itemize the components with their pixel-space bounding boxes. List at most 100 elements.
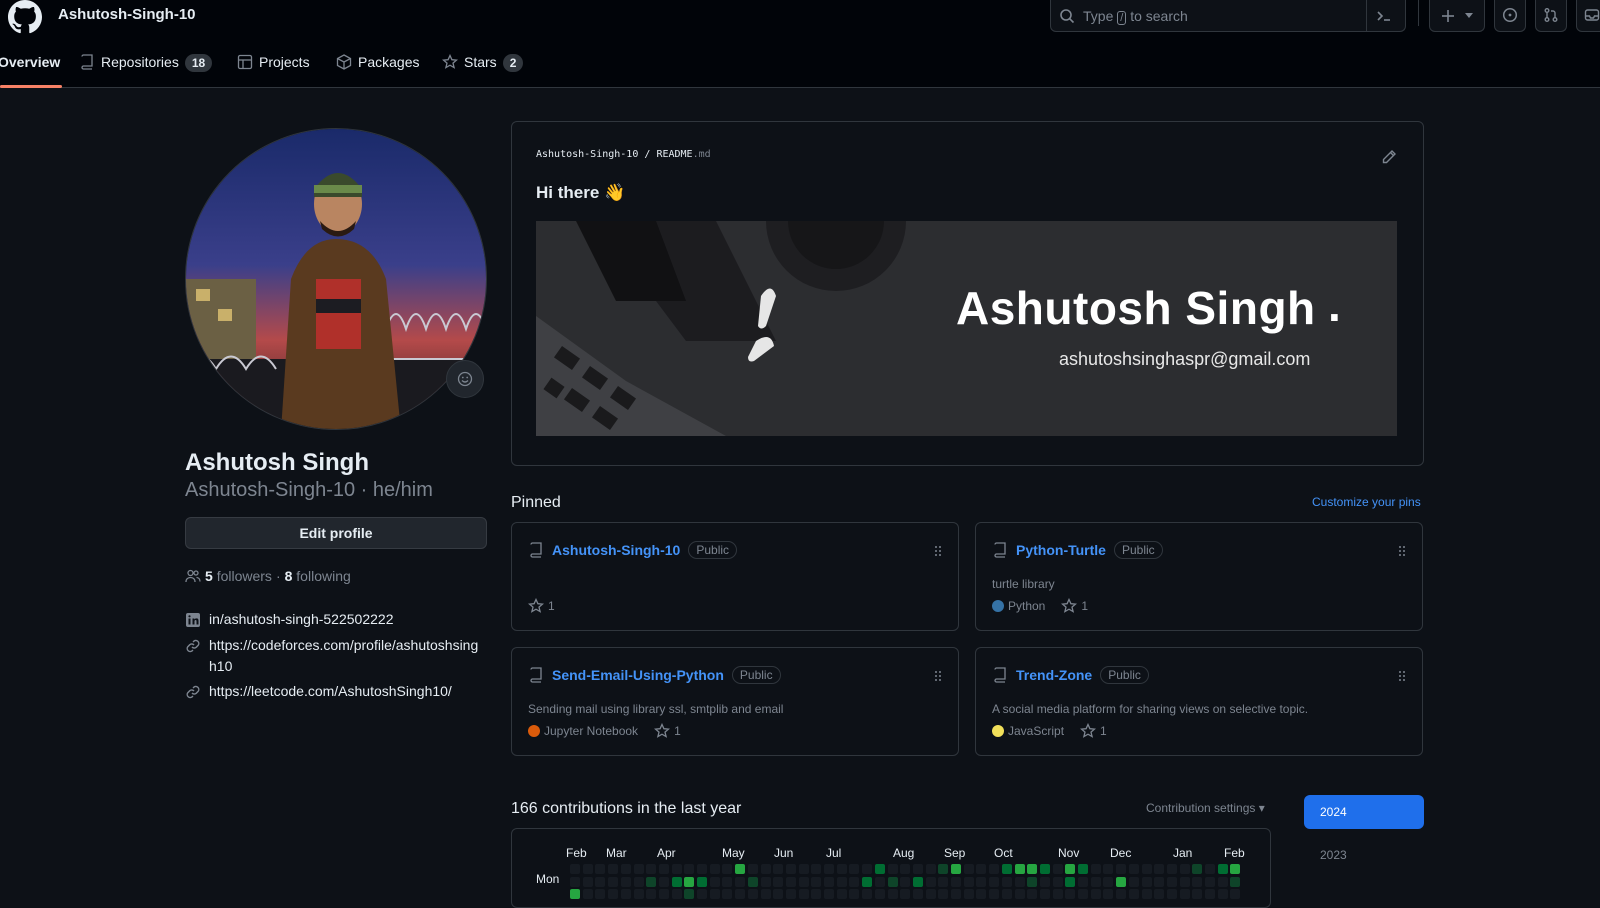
codeforces-link-text[interactable]: https://codeforces.com/profile/ashutoshs… [209,635,485,677]
drag-handle-icon[interactable] [1398,545,1406,557]
contribution-day-cell[interactable] [976,864,987,874]
contribution-day-cell[interactable] [1103,864,1114,874]
contribution-day-cell[interactable] [1230,876,1241,887]
contribution-day-cell[interactable] [697,876,707,887]
contribution-day-cell[interactable] [646,876,657,887]
tab-projects[interactable]: Projects [237,54,310,88]
inbox-button[interactable] [1576,0,1600,32]
drag-handle-icon[interactable] [934,545,942,557]
contribution-day-cell[interactable] [1192,876,1203,887]
contribution-day-cell[interactable] [760,876,771,887]
following-link[interactable]: 8 following [285,568,351,584]
contribution-day-cell[interactable] [963,876,974,887]
header-username[interactable]: Ashutosh-Singh-10 [58,6,196,23]
contribution-day-cell[interactable] [976,876,987,887]
contribution-day-cell[interactable] [773,876,784,887]
customize-pins-link[interactable]: Customize your pins [1312,495,1421,509]
readme-file-link[interactable]: README.md [656,149,710,160]
contribution-settings-dropdown[interactable]: Contribution settings ▾ [1146,801,1265,815]
drag-handle-icon[interactable] [934,670,942,682]
contribution-day-cell[interactable] [849,864,860,874]
contribution-day-cell[interactable] [595,876,606,887]
contribution-day-cell[interactable] [963,864,974,874]
contribution-day-cell[interactable] [671,864,682,874]
contribution-day-cell[interactable] [1179,876,1190,887]
contribution-day-cell[interactable] [1230,864,1241,874]
contribution-day-cell[interactable] [1154,864,1165,874]
contribution-day-cell[interactable] [633,876,644,887]
contribution-day-cell[interactable] [900,876,911,887]
contribution-day-cell[interactable] [697,864,707,874]
contribution-day-cell[interactable] [951,864,961,874]
contribution-day-cell[interactable] [1116,876,1127,887]
contribution-day-cell[interactable] [595,864,606,874]
contribution-day-cell[interactable] [836,864,847,874]
contribution-day-cell[interactable] [620,876,631,887]
year-button-2024[interactable]: 2024 [1304,795,1424,829]
pinned-repo-name[interactable]: Trend-Zone [1016,667,1092,683]
contribution-day-cell[interactable] [938,876,949,887]
contribution-day-cell[interactable] [582,876,593,887]
contribution-day-cell[interactable] [1078,876,1088,887]
contribution-day-cell[interactable] [1001,876,1012,887]
contribution-day-cell[interactable] [747,876,758,887]
set-status-button[interactable] [446,360,484,398]
contribution-day-cell[interactable] [1090,864,1101,874]
contribution-day-cell[interactable] [1103,876,1114,887]
stargazers-link[interactable]: 1 [1080,723,1107,739]
contribution-day-cell[interactable] [925,864,936,874]
contribution-day-cell[interactable] [912,864,923,874]
contribution-day-cell[interactable] [862,876,873,887]
pencil-icon[interactable] [1381,149,1397,165]
profile-link-linkedin[interactable]: in/ashutosh-singh-522502222 [185,609,487,630]
contribution-day-cell[interactable] [836,876,847,887]
contribution-day-cell[interactable] [735,876,746,887]
contribution-day-cell[interactable] [1179,864,1190,874]
contribution-day-cell[interactable] [760,864,771,874]
contribution-day-cell[interactable] [798,876,809,887]
profile-link-codeforces[interactable]: https://codeforces.com/profile/ashutoshs… [185,635,487,677]
leetcode-link-text[interactable]: https://leetcode.com/AshutoshSingh10/ [209,681,452,702]
contribution-day-cell[interactable] [938,864,949,874]
contribution-day-cell[interactable] [684,876,695,887]
tab-stars[interactable]: Stars 2 [442,54,524,88]
contribution-day-cell[interactable] [582,864,593,874]
contribution-day-cell[interactable] [874,864,885,874]
contribution-day-cell[interactable] [608,876,619,887]
tab-repositories[interactable]: Repositories 18 [79,54,213,88]
pinned-repo-name[interactable]: Ashutosh-Singh-10 [552,542,680,558]
contribution-day-cell[interactable] [570,876,580,887]
contribution-day-cell[interactable] [925,876,936,887]
contribution-day-cell[interactable] [1078,864,1088,874]
contribution-day-cell[interactable] [570,864,580,874]
contribution-day-cell[interactable] [785,876,796,887]
contribution-day-cell[interactable] [684,864,695,874]
linkedin-link-text[interactable]: in/ashutosh-singh-522502222 [209,609,393,630]
contribution-day-cell[interactable] [1192,864,1203,874]
contribution-day-cell[interactable] [824,864,834,874]
contribution-day-cell[interactable] [1027,864,1038,874]
contribution-day-cell[interactable] [824,876,834,887]
contribution-day-cell[interactable] [1217,864,1228,874]
tab-packages[interactable]: Packages [336,54,419,88]
contribution-day-cell[interactable] [912,876,923,887]
contribution-day-cell[interactable] [1039,864,1050,874]
drag-handle-icon[interactable] [1398,670,1406,682]
contribution-day-cell[interactable] [798,864,809,874]
contribution-day-cell[interactable] [849,876,860,887]
pull-requests-button[interactable] [1535,0,1567,32]
contribution-day-cell[interactable] [951,876,961,887]
contribution-day-cell[interactable] [1052,876,1063,887]
issues-button[interactable] [1494,0,1526,32]
avatar[interactable] [185,128,487,430]
contribution-day-cell[interactable] [773,864,784,874]
github-logo-icon[interactable] [8,0,42,34]
search-input[interactable]: Type / to search [1050,0,1406,32]
contribution-day-cell[interactable] [620,864,631,874]
contribution-day-cell[interactable] [900,864,911,874]
contribution-day-cell[interactable] [1141,876,1152,887]
contribution-day-cell[interactable] [1205,876,1215,887]
pinned-repo-name[interactable]: Python-Turtle [1016,542,1106,558]
stargazers-link[interactable]: 1 [1061,598,1088,614]
contribution-day-cell[interactable] [811,876,822,887]
